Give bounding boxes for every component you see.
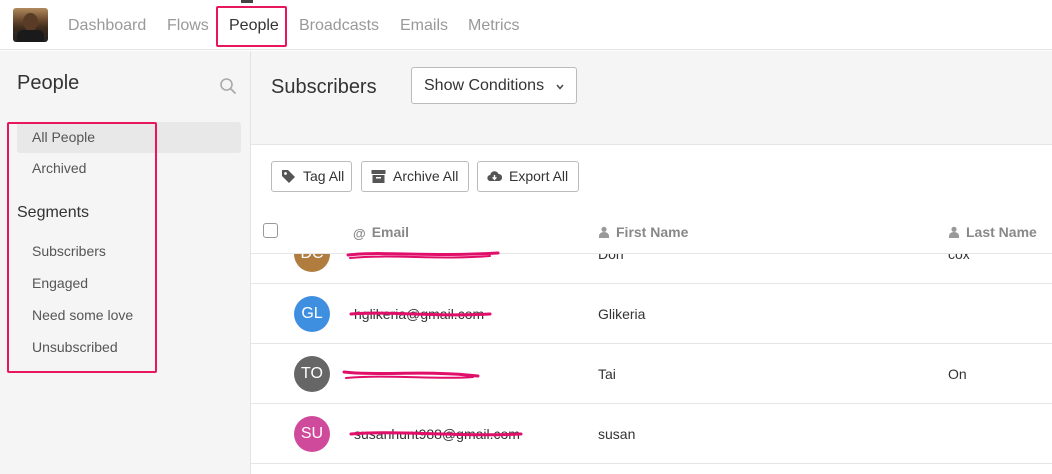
table-header-divider (251, 253, 1052, 254)
export-all-button[interactable]: Export All (477, 161, 579, 192)
column-header-email[interactable]: @ Email (353, 224, 410, 241)
row-last-name: cox (948, 246, 970, 262)
show-conditions-button[interactable]: Show Conditions (411, 67, 577, 104)
row-first-name: Glikeria (598, 306, 646, 322)
sidebar: People All People Archived Segments Subs… (0, 51, 251, 474)
show-conditions-label: Show Conditions (424, 77, 545, 94)
column-header-last-name[interactable]: Last Name (948, 224, 1037, 240)
avatar: TO (294, 356, 330, 392)
nav-broadcasts[interactable]: Broadcasts (299, 16, 379, 36)
row-email: susanhunt988@gmail.com (354, 426, 520, 442)
avatar: DC (294, 254, 330, 272)
user-avatar[interactable] (13, 8, 48, 42)
nav-metrics[interactable]: Metrics (468, 16, 520, 36)
page-title: Subscribers (271, 76, 377, 98)
archive-icon (371, 170, 386, 183)
column-email-label: Email (371, 224, 410, 240)
at-sign-icon: @ (353, 226, 366, 241)
avatar: GL (294, 296, 330, 332)
cloud-download-icon (487, 171, 502, 182)
top-nav: Dashboard Flows People Broadcasts Emails… (0, 0, 1052, 50)
person-icon (949, 226, 959, 238)
tag-icon (282, 170, 295, 183)
row-last-name: On (948, 366, 967, 382)
column-first-name-label: First Name (616, 224, 689, 240)
table-row[interactable]: SU susanhunt988@gmail.com susan (251, 404, 1052, 464)
table-row[interactable]: TO Tai On (251, 344, 1052, 404)
nav-emails[interactable]: Emails (400, 16, 448, 36)
annotation-highlight-nav (216, 6, 287, 47)
search-icon[interactable] (219, 77, 237, 95)
row-first-name: Tai (598, 366, 616, 382)
chevron-down-icon (556, 84, 564, 90)
row-first-name: Don (598, 246, 624, 262)
tag-all-label: Tag All (303, 168, 345, 184)
export-all-label: Export All (509, 168, 569, 184)
table-row[interactable]: GL hglikeria@gmail.com Glikeria (251, 284, 1052, 344)
column-last-name-label: Last Name (966, 224, 1037, 240)
annotation-highlight-sidebar (7, 122, 157, 373)
row-first-name: susan (598, 426, 636, 442)
nav-dashboard[interactable]: Dashboard (68, 16, 146, 36)
avatar: SU (294, 416, 330, 452)
person-icon (599, 226, 609, 238)
row-email: hglikeria@gmail.com (354, 306, 485, 322)
main-header: Subscribers Show Conditions (251, 51, 1052, 145)
nav-flows[interactable]: Flows (167, 16, 209, 36)
column-header-first-name[interactable]: First Name (598, 224, 688, 240)
sidebar-title: People (17, 72, 80, 94)
select-all-checkbox[interactable] (263, 223, 278, 238)
archive-all-label: Archive All (393, 168, 459, 184)
tag-all-button[interactable]: Tag All (271, 161, 352, 192)
active-tab-marker (241, 0, 253, 3)
archive-all-button[interactable]: Archive All (361, 161, 469, 192)
